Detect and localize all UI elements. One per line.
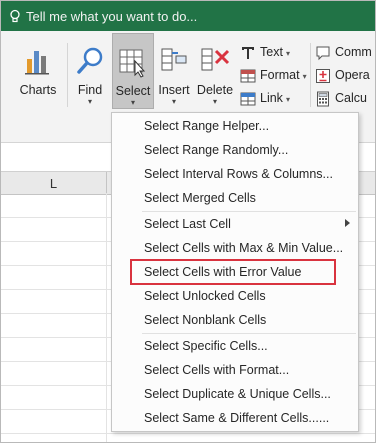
menu-item-last-cell[interactable]: Select Last Cell	[112, 212, 358, 236]
insert-button[interactable]: Insert ▾	[155, 33, 193, 107]
menu-item-range-randomly[interactable]: Select Range Randomly...	[112, 138, 358, 162]
chevron-down-icon: ▾	[171, 97, 176, 106]
grid-line	[106, 193, 107, 442]
tell-me-bar[interactable]: Tell me what you want to do...	[1, 1, 375, 31]
tell-me-text: Tell me what you want to do...	[26, 9, 198, 24]
window: Tell me what you want to do... Charts Fi…	[0, 0, 376, 443]
insert-label: Insert	[158, 83, 190, 97]
column-divider	[106, 172, 107, 194]
submenu-arrow-icon	[345, 219, 350, 227]
select-grid-icon	[119, 49, 146, 78]
calculator-icon	[317, 91, 329, 107]
comment-icon	[316, 46, 330, 61]
charts-button[interactable]: Charts	[13, 33, 63, 107]
lightbulb-icon	[10, 9, 20, 23]
chevron-down-icon: ▾	[87, 97, 92, 106]
operation-icon	[316, 69, 330, 83]
menu-item-merged-cells[interactable]: Select Merged Cells	[112, 186, 358, 210]
delete-cells-icon	[201, 48, 230, 71]
highlight-box	[130, 259, 336, 285]
grid-line	[1, 433, 375, 434]
calculator-label: Calcu	[335, 91, 367, 105]
menu-item-duplicate-unique[interactable]: Select Duplicate & Unique Cells...	[112, 382, 358, 406]
magnifier-icon	[77, 47, 103, 74]
group-divider	[67, 43, 68, 107]
format-grid-icon	[240, 69, 256, 83]
delete-button[interactable]: Delete ▾	[195, 33, 235, 107]
format-label: Format	[260, 68, 300, 82]
chevron-down-icon: ▾	[285, 49, 290, 58]
menu-item-range-helper[interactable]: Select Range Helper...	[112, 114, 358, 138]
menu-item-unlocked-cells[interactable]: Select Unlocked Cells	[112, 284, 358, 308]
find-label: Find	[77, 83, 103, 97]
chevron-down-icon: ▾	[285, 95, 290, 104]
text-label: Text	[260, 45, 283, 59]
chevron-down-icon: ▾	[302, 72, 307, 81]
chevron-down-icon: ▾	[130, 98, 135, 107]
link-label: Link	[260, 91, 283, 105]
menu-item-max-min-value[interactable]: Select Cells with Max & Min Value...	[112, 236, 358, 260]
menu-item-nonblank-cells[interactable]: Select Nonblank Cells	[112, 308, 358, 332]
operation-label: Opera	[335, 68, 370, 82]
select-label: Select	[115, 84, 151, 98]
bar-chart-icon	[25, 51, 49, 75]
comment-label: Comm	[335, 45, 372, 59]
group-divider	[310, 43, 311, 107]
menu-item-cells-with-format[interactable]: Select Cells with Format...	[112, 358, 358, 382]
menu-item-same-different[interactable]: Select Same & Different Cells......	[112, 406, 358, 430]
delete-label: Delete	[196, 83, 234, 97]
charts-label: Charts	[19, 83, 57, 97]
menu-item-interval-rows-columns[interactable]: Select Interval Rows & Columns...	[112, 162, 358, 186]
chevron-down-icon: ▾	[212, 97, 217, 106]
menu-item-specific-cells[interactable]: Select Specific Cells...	[112, 334, 358, 358]
select-button[interactable]: Select ▾	[112, 33, 154, 109]
insert-cells-icon	[161, 48, 187, 71]
column-header-l[interactable]: L	[1, 176, 106, 191]
find-button[interactable]: Find ▾	[71, 33, 109, 107]
text-t-icon	[242, 47, 254, 59]
link-icon	[240, 92, 256, 106]
